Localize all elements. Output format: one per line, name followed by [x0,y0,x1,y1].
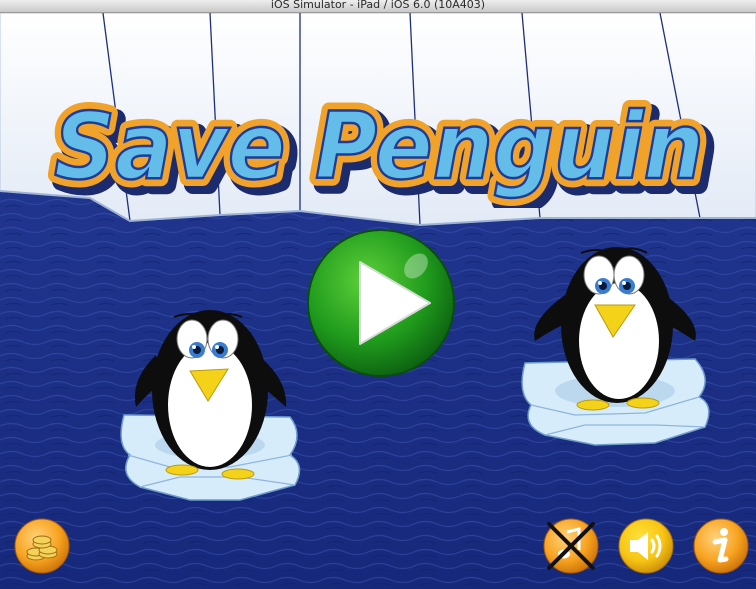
play-button[interactable] [306,228,456,378]
penguin-left [120,310,301,501]
game-title-logo: Save Penguin Save Penguin Save Penguin [46,85,720,208]
simulator-window: iOS Simulator - iPad / iOS 6.0 (10A403) [0,0,756,589]
info-button[interactable] [693,518,749,574]
game-scene: Save Penguin Save Penguin Save Penguin [0,13,756,589]
title-text: Save Penguin [54,93,704,200]
play-icon [307,229,455,377]
window-title: iOS Simulator - iPad / iOS 6.0 (10A403) [0,0,756,13]
speaker-icon [618,518,674,574]
sound-button[interactable] [618,518,674,574]
music-muted-icon [543,518,599,574]
shop-button[interactable] [14,518,70,574]
coins-icon [14,518,70,574]
penguin-right [521,247,710,446]
info-icon [693,518,749,574]
music-toggle-button[interactable] [543,518,599,574]
